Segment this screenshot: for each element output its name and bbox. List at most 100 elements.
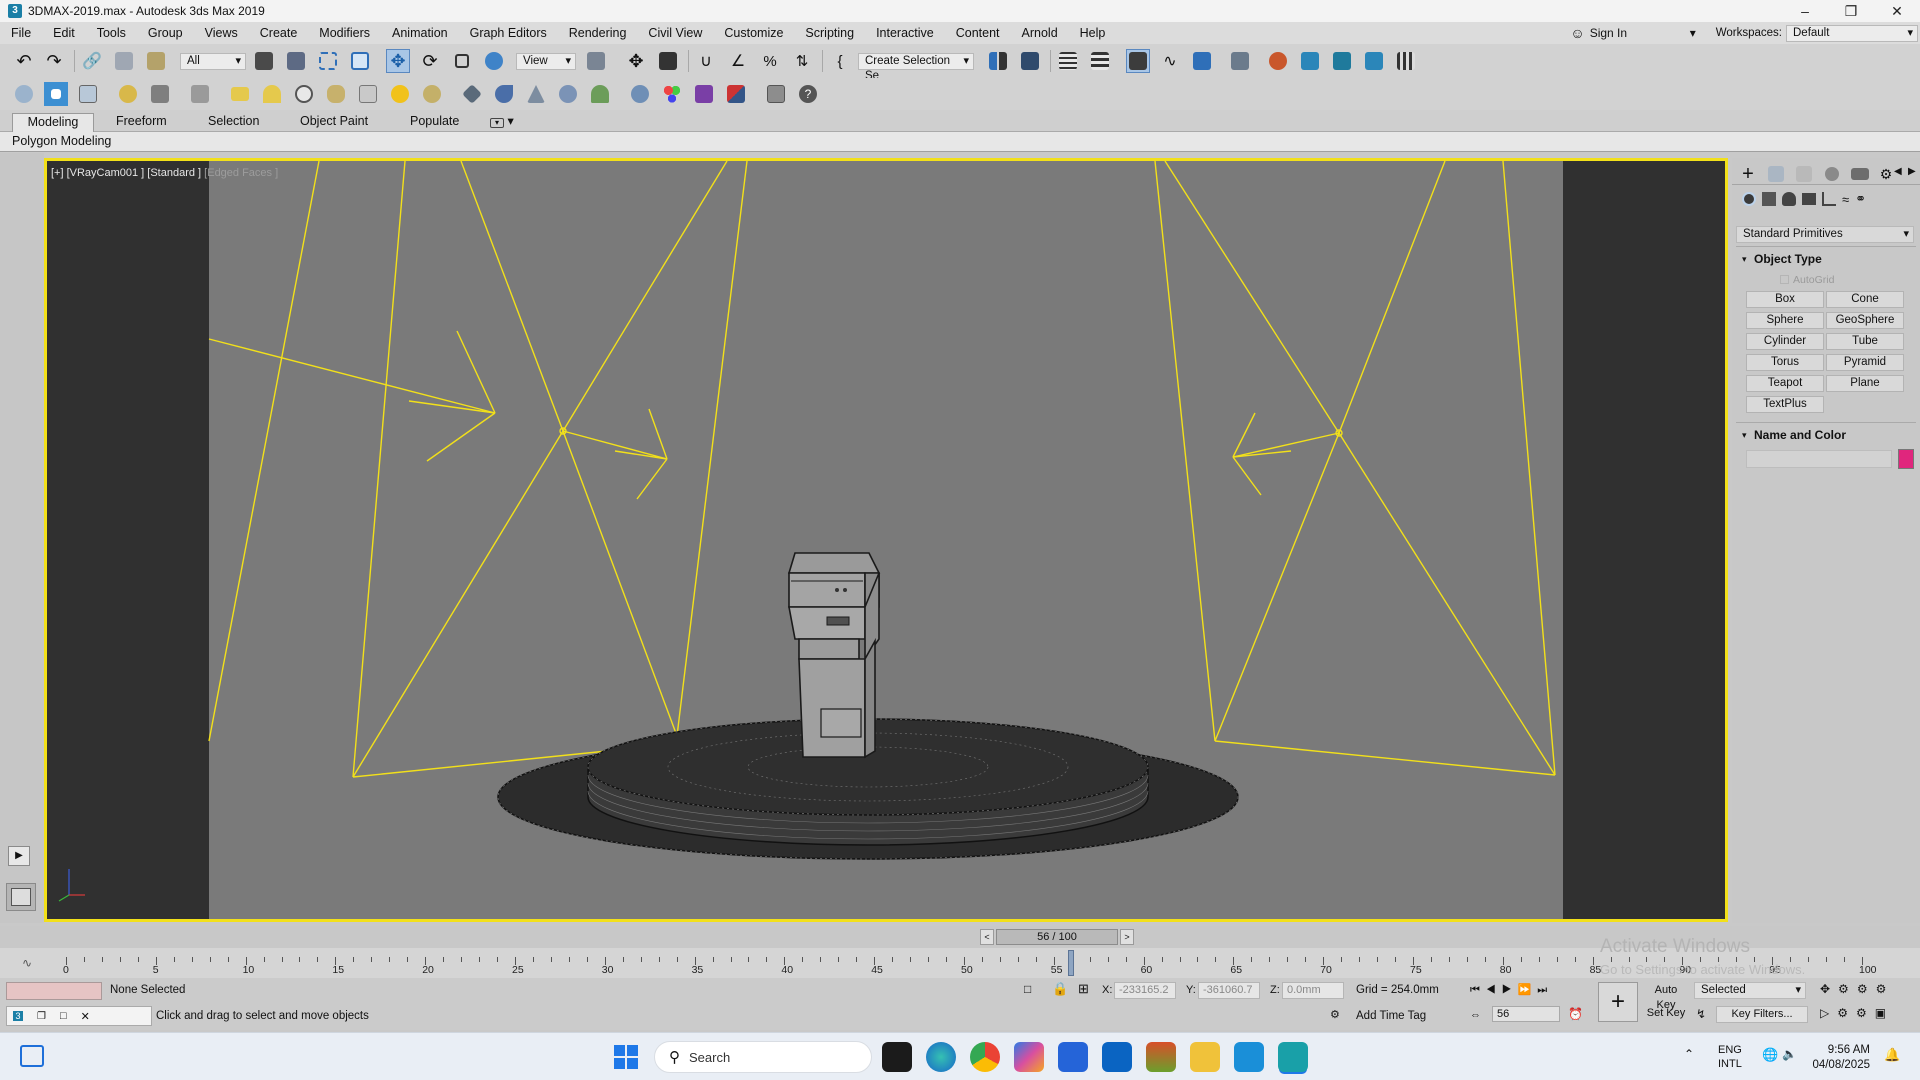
app-icon-orange[interactable] [1146,1042,1176,1072]
auto-key-button[interactable]: Auto Key [1644,983,1688,1011]
render-setup-icon[interactable] [1266,49,1290,73]
box-button[interactable]: Box [1746,291,1824,308]
panel-scroll-left-icon[interactable]: ◀ [1894,166,1902,177]
render-frame-icon[interactable] [44,82,68,106]
window-crossing-icon[interactable] [348,49,372,73]
help-icon[interactable]: ? [796,82,820,106]
timeline-cursor[interactable] [1068,950,1074,976]
restore-button[interactable]: ❐ [1828,0,1874,22]
viewport-label-main[interactable]: [+] [VRayCam001 ] [Standard ] [51,167,201,179]
viewport-scene[interactable] [47,161,1725,919]
rendered-frame-window-icon[interactable] [1298,49,1322,73]
menu-edit[interactable]: Edit [42,26,86,40]
key-selection-dropdown[interactable]: Selected [1694,982,1806,999]
vray-ies-icon[interactable] [324,82,348,106]
tab-populate[interactable]: Populate [402,113,467,132]
curve-editor-icon[interactable]: ∿ [1158,49,1182,73]
helpers-category-icon[interactable] [1822,192,1836,206]
collapse-object-type-icon[interactable]: ▾ [1742,254,1747,265]
select-and-scale-icon[interactable] [450,49,474,73]
menu-views[interactable]: Views [194,26,249,40]
angle-snap-icon[interactable]: ∠ [726,49,750,73]
tube-button[interactable]: Tube [1826,333,1904,350]
task-view-icon[interactable] [882,1042,912,1072]
viewport-label-mode[interactable]: [Edged Faces ] [204,167,278,179]
vray-proxy-icon[interactable] [460,82,484,106]
shapes-category-icon[interactable] [1762,192,1776,206]
menu-file[interactable]: File [0,26,42,40]
geometry-category-icon[interactable] [1742,192,1756,206]
ref-coord-dropdown[interactable]: View [516,53,576,70]
add-time-tag-label[interactable]: Add Time Tag [1356,1010,1426,1022]
store-icon[interactable] [1058,1042,1088,1072]
outlook-icon[interactable] [1102,1042,1132,1072]
viewport-nav-row1[interactable]: ✥⚙⚙⚙ [1820,982,1894,996]
curve-editor-mini-icon[interactable]: ∿ [22,956,32,970]
menu-interactive[interactable]: Interactive [865,26,945,40]
menu-civil-view[interactable]: Civil View [637,26,713,40]
unlink-icon[interactable] [112,49,136,73]
cone-button[interactable]: Cone [1826,291,1904,308]
time-slider[interactable]: 56 / 100 [996,929,1118,945]
copilot-icon[interactable] [1014,1042,1044,1072]
geosphere-button[interactable]: GeoSphere [1826,312,1904,329]
object-category-dropdown[interactable]: Standard Primitives [1736,226,1914,243]
rectangular-selection-icon[interactable] [316,49,340,73]
select-by-name-icon[interactable] [284,49,308,73]
next-frame-icon[interactable]: > [1120,929,1134,945]
ribbon-options-icon[interactable]: ▾ ▾ [482,113,522,132]
start-icon[interactable] [614,1045,638,1069]
layer-explorer-icon[interactable] [1088,49,1112,73]
manipulate-icon[interactable]: ✥ [624,49,648,73]
systems-category-icon[interactable]: ⚭ [1855,191,1866,207]
keyboard-shortcut-icon[interactable] [656,49,680,73]
notification-bell-icon[interactable]: 🔔 [1884,1047,1900,1063]
display-tab-icon[interactable] [1848,162,1872,186]
expand-layout-icon[interactable]: ▶ [8,846,30,866]
tab-object-paint[interactable]: Object Paint [292,113,376,132]
selection-lock-icon[interactable]: 🔒 [1052,981,1068,997]
vray-clipper-icon[interactable] [588,82,612,106]
vray-converter-icon[interactable] [724,82,748,106]
edge-icon[interactable] [926,1042,956,1072]
key-mode-icon[interactable]: ↯ [1696,1007,1706,1021]
motion-tab-icon[interactable] [1820,162,1844,186]
sign-in-dropdown-icon[interactable]: ▾ [1690,26,1696,40]
plane-button[interactable]: Plane [1826,375,1904,392]
align-icon[interactable] [1018,49,1042,73]
isolate-selection-icon[interactable]: □ [1024,982,1031,996]
object-type-title[interactable]: Object Type [1754,252,1822,266]
menu-animation[interactable]: Animation [381,26,459,40]
mirror-icon[interactable] [986,49,1010,73]
tab-freeform[interactable]: Freeform [108,113,175,132]
textplus-button[interactable]: TextPlus [1746,396,1824,413]
vray-spot-icon[interactable] [356,82,380,106]
z-coordinate-field[interactable]: 0.0mm [1282,982,1344,999]
close-icon[interactable]: ✕ [81,1010,90,1023]
named-selection-dropdown[interactable]: Create Selection Se [858,53,974,82]
x-coordinate-field[interactable]: -233165.2 [1114,982,1176,999]
taskbar-preview-thumb[interactable]: 3 ❐ □ ✕ [6,1006,152,1026]
scene-explorer-icon[interactable] [1056,49,1080,73]
spinner-snap-icon[interactable]: ⇅ [790,49,814,73]
workspace-dropdown[interactable]: Default [1786,24,1918,42]
create-tab-icon[interactable]: + [1736,162,1760,186]
percent-snap-icon[interactable]: % [758,49,782,73]
vray-ambient-icon[interactable] [420,82,444,106]
vray-sphere-light-icon[interactable] [292,82,316,106]
playback-controls[interactable]: ⏮◀▶⏩⏭ [1470,983,1553,997]
teapot-icon[interactable] [12,82,36,106]
schematic-view-icon[interactable] [1190,49,1214,73]
menu-scripting[interactable]: Scripting [794,26,865,40]
panel-scroll-right-icon[interactable]: ▶ [1908,166,1916,177]
viewport-label[interactable]: [+] [VRayCam001 ] [Standard ] [Edged Fac… [51,167,278,179]
menu-group[interactable]: Group [137,26,194,40]
widgets-icon[interactable] [20,1045,44,1067]
network-icon[interactable]: 🌐 [1762,1047,1778,1063]
teapot-button[interactable]: Teapot [1746,375,1824,392]
lights-category-icon[interactable] [1782,192,1796,206]
bind-space-warp-icon[interactable] [144,49,168,73]
prev-frame-icon[interactable]: < [980,929,994,945]
collapse-name-color-icon[interactable]: ▾ [1742,430,1747,441]
undo-icon[interactable]: ↶ [12,49,36,73]
